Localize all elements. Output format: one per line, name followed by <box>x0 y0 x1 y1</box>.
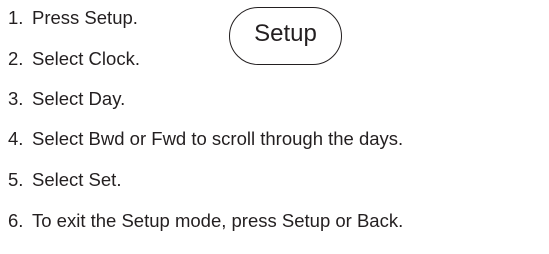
step-3: 3. Select Day. <box>8 88 125 110</box>
setup-key-label: Setup <box>254 20 317 47</box>
step-6: 6. To exit the Setup mode, press Setup or… <box>8 210 403 232</box>
step-number: 4. <box>8 128 24 149</box>
step-number: 6. <box>8 210 24 231</box>
step-text: Select Bwd or Fwd to scroll through the … <box>32 128 404 149</box>
setup-key-button: Setup <box>229 7 342 65</box>
step-number: 1. <box>8 7 24 28</box>
step-text: Select Set. <box>32 169 122 190</box>
step-text: Press Setup. <box>32 7 138 28</box>
step-2: 2. Select Clock. <box>8 48 140 70</box>
step-number: 5. <box>8 169 24 190</box>
step-number: 2. <box>8 48 24 69</box>
step-text: Select Day. <box>32 88 126 109</box>
step-text: To exit the Setup mode, press Setup or B… <box>32 210 404 231</box>
step-4: 4. Select Bwd or Fwd to scroll through th… <box>8 128 403 150</box>
step-1: 1. Press Setup. <box>8 7 138 29</box>
step-5: 5. Select Set. <box>8 169 121 191</box>
step-text: Select Clock. <box>32 48 140 69</box>
step-number: 3. <box>8 88 24 109</box>
